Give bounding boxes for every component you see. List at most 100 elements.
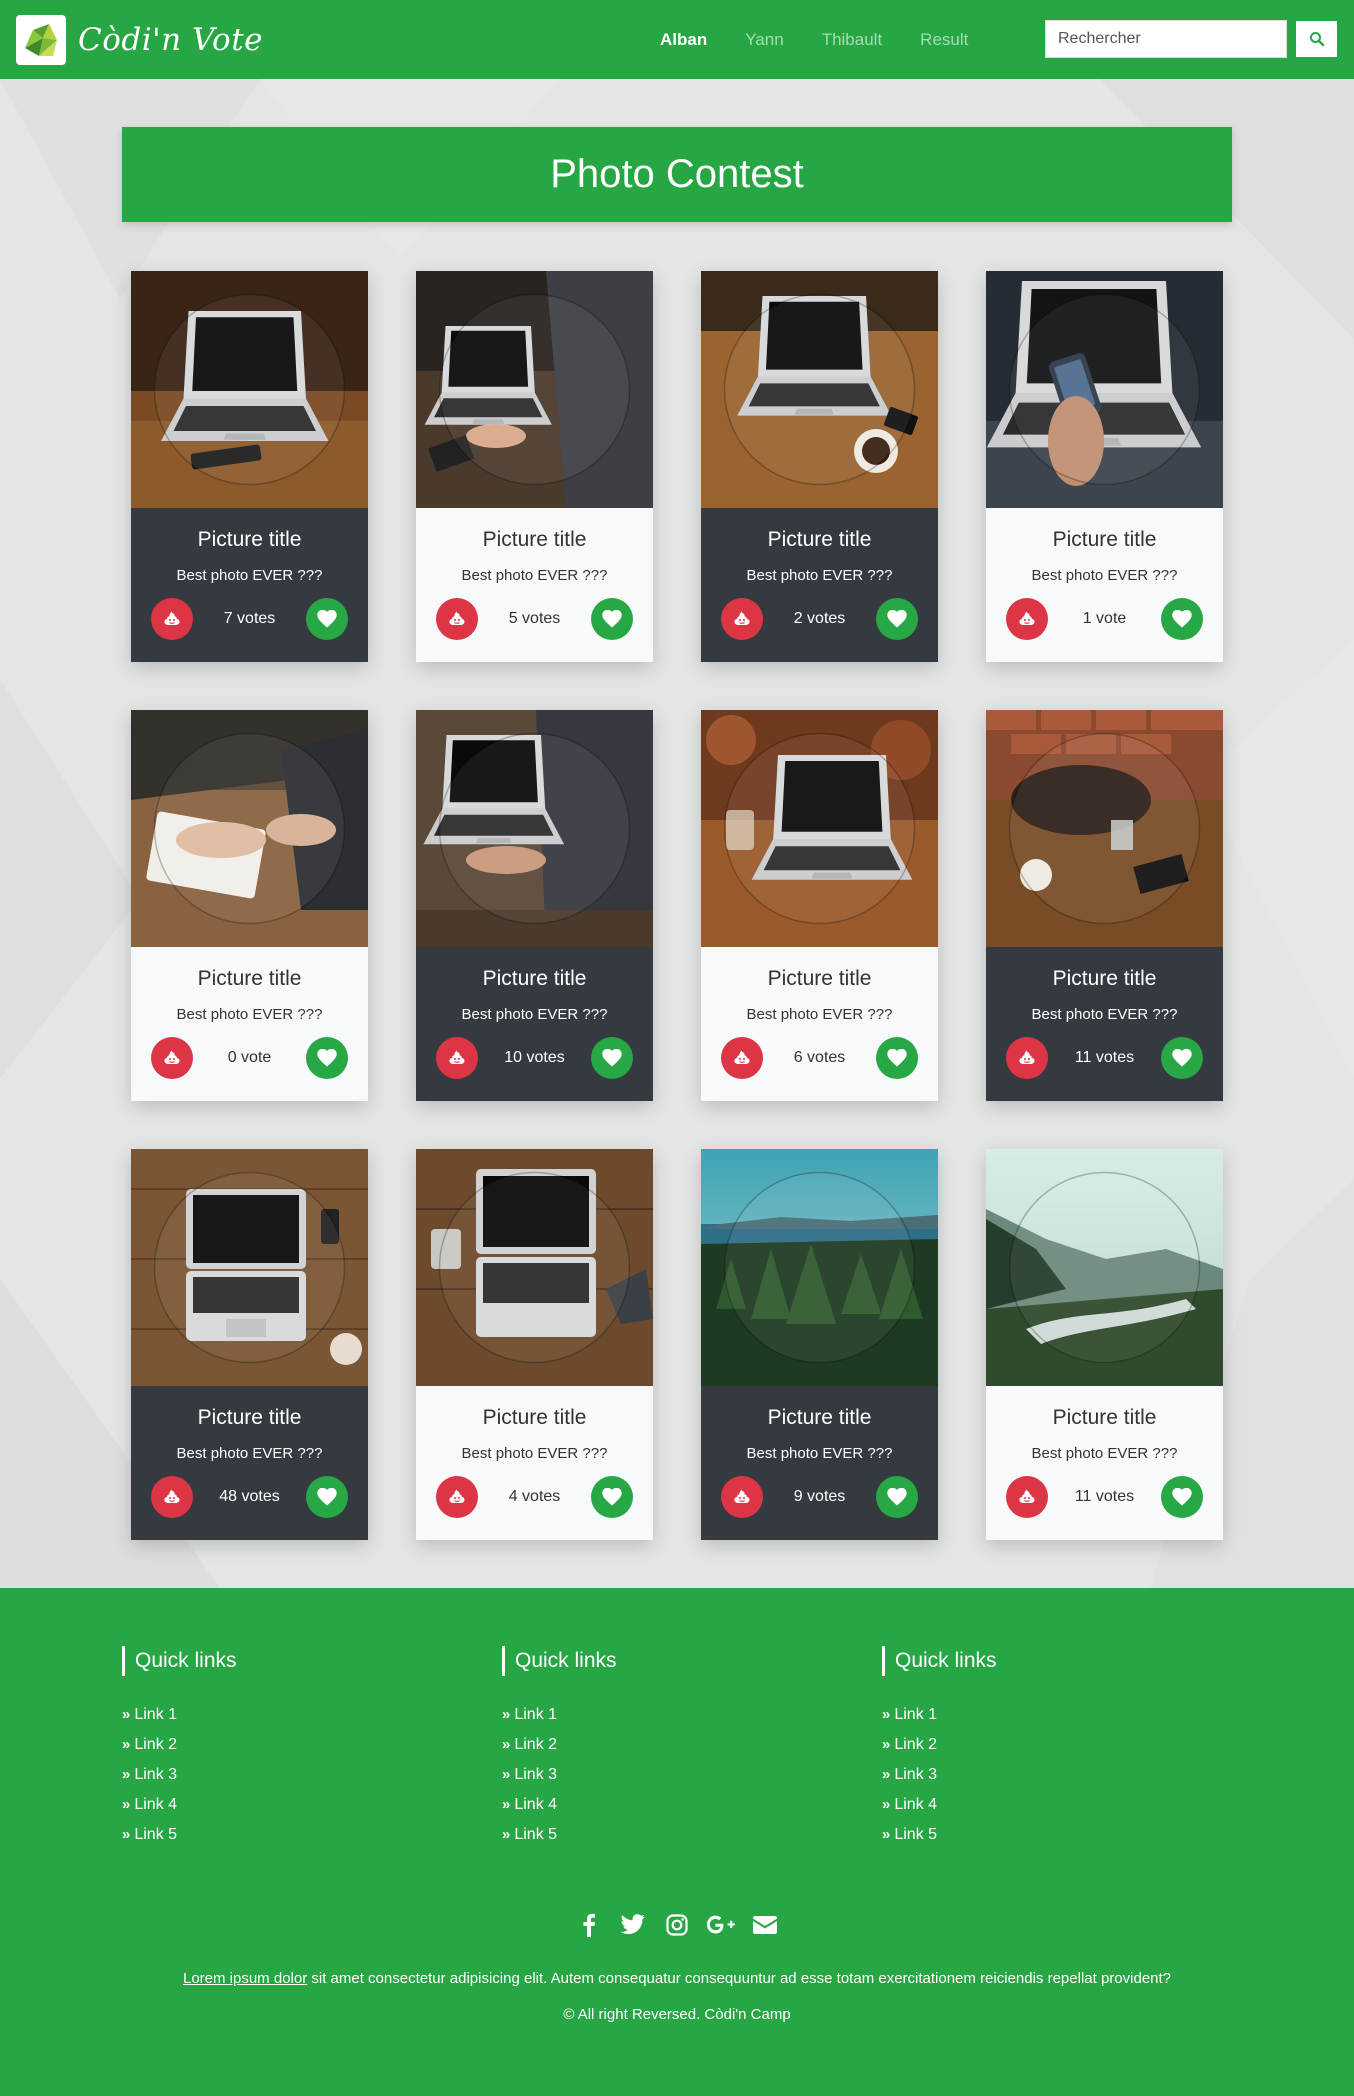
photo-image[interactable] bbox=[131, 271, 368, 508]
footer-heading: Quick links bbox=[882, 1646, 997, 1676]
footer-link[interactable]: » Link 1 bbox=[502, 1700, 617, 1730]
downvote-button[interactable] bbox=[151, 598, 193, 640]
downvote-button[interactable] bbox=[1006, 1476, 1048, 1518]
footer-link-label: Link 4 bbox=[894, 1796, 938, 1813]
nav-links: Alban Yann Thibault Result bbox=[660, 0, 1006, 79]
footer-link[interactable]: » Link 2 bbox=[882, 1730, 997, 1760]
upvote-button[interactable] bbox=[591, 1476, 633, 1518]
downvote-button[interactable] bbox=[151, 1476, 193, 1518]
photo-card: Picture title Best photo EVER ??? 5 vote… bbox=[416, 271, 653, 662]
upvote-button[interactable] bbox=[1161, 1476, 1203, 1518]
footer-link-label: Link 2 bbox=[894, 1736, 938, 1753]
card-title: Picture title bbox=[1052, 967, 1157, 990]
google-plus-icon[interactable] bbox=[706, 1910, 736, 1940]
vote-count: 6 votes bbox=[793, 1049, 846, 1066]
footer-link[interactable]: » Link 5 bbox=[882, 1820, 997, 1850]
footer-link[interactable]: » Link 2 bbox=[502, 1730, 617, 1760]
card-subtitle: Best photo EVER ??? bbox=[176, 567, 323, 584]
instagram-icon[interactable] bbox=[662, 1910, 692, 1940]
photo-image[interactable] bbox=[701, 271, 938, 508]
poop-icon bbox=[1019, 1489, 1035, 1503]
footer-link[interactable]: » Link 3 bbox=[502, 1760, 617, 1790]
footer-link[interactable]: » Link 4 bbox=[882, 1790, 997, 1820]
vote-actions: 6 votes bbox=[701, 1037, 938, 1079]
downvote-button[interactable] bbox=[436, 598, 478, 640]
card-subtitle: Best photo EVER ??? bbox=[746, 567, 893, 584]
photo-image[interactable] bbox=[986, 271, 1223, 508]
upvote-button[interactable] bbox=[306, 1476, 348, 1518]
photo-image[interactable] bbox=[416, 1149, 653, 1386]
photo-image[interactable] bbox=[131, 710, 368, 947]
footer-link[interactable]: » Link 2 bbox=[122, 1730, 237, 1760]
downvote-button[interactable] bbox=[721, 1476, 763, 1518]
footer-link-label: Link 3 bbox=[894, 1766, 938, 1783]
card-title: Picture title bbox=[197, 967, 302, 990]
upvote-button[interactable] bbox=[591, 598, 633, 640]
heart-icon bbox=[887, 610, 907, 628]
footer-link-label: Link 5 bbox=[894, 1826, 938, 1843]
facebook-icon[interactable] bbox=[574, 1910, 604, 1940]
downvote-button[interactable] bbox=[1006, 598, 1048, 640]
poop-icon bbox=[449, 1050, 465, 1064]
poop-icon bbox=[734, 1050, 750, 1064]
search-button[interactable] bbox=[1295, 20, 1338, 58]
footer-link[interactable]: » Link 5 bbox=[122, 1820, 237, 1850]
twitter-icon[interactable] bbox=[618, 1910, 648, 1940]
footer-link[interactable]: » Link 3 bbox=[122, 1760, 237, 1790]
upvote-button[interactable] bbox=[591, 1037, 633, 1079]
nav-link-thibault[interactable]: Thibault bbox=[822, 30, 882, 50]
photo-card: Picture title Best photo EVER ??? 11 vot… bbox=[986, 1149, 1223, 1540]
footer-link[interactable]: » Link 1 bbox=[882, 1700, 997, 1730]
photo-image[interactable] bbox=[986, 710, 1223, 947]
nav-link-yann[interactable]: Yann bbox=[745, 30, 783, 50]
photo-image[interactable] bbox=[701, 1149, 938, 1386]
footer-link[interactable]: » Link 3 bbox=[882, 1760, 997, 1790]
lorem-link[interactable]: Lorem ipsum dolor bbox=[183, 1970, 307, 1987]
footer-link[interactable]: » Link 4 bbox=[122, 1790, 237, 1820]
downvote-button[interactable] bbox=[436, 1037, 478, 1079]
upvote-button[interactable] bbox=[1161, 1037, 1203, 1079]
photo-image[interactable] bbox=[701, 710, 938, 947]
photo-card: Picture title Best photo EVER ??? 11 vot… bbox=[986, 710, 1223, 1101]
poop-icon bbox=[734, 611, 750, 625]
brand-name: Còdi'n Vote bbox=[78, 21, 263, 58]
downvote-button[interactable] bbox=[721, 598, 763, 640]
vote-actions: 1 vote bbox=[986, 598, 1223, 640]
double-chevron-right-icon: » bbox=[882, 1736, 891, 1753]
vote-actions: 4 votes bbox=[416, 1476, 653, 1518]
downvote-button[interactable] bbox=[151, 1037, 193, 1079]
upvote-button[interactable] bbox=[306, 598, 348, 640]
card-subtitle: Best photo EVER ??? bbox=[1031, 567, 1178, 584]
nav-link-alban[interactable]: Alban bbox=[660, 30, 707, 50]
search-input[interactable] bbox=[1045, 20, 1287, 58]
footer-link[interactable]: » Link 1 bbox=[122, 1700, 237, 1730]
card-subtitle: Best photo EVER ??? bbox=[1031, 1006, 1178, 1023]
footer-column: Quick links» Link 1» Link 2» Link 3» Link 4»… bbox=[502, 1646, 617, 1850]
footer-link-label: Link 1 bbox=[894, 1706, 938, 1723]
copyright: © All right Reversed. Còdi'n Camp bbox=[563, 2006, 791, 2023]
photo-card: Picture title Best photo EVER ??? 1 vote bbox=[986, 271, 1223, 662]
photo-image[interactable] bbox=[416, 271, 653, 508]
downvote-button[interactable] bbox=[436, 1476, 478, 1518]
footer-link-label: Link 5 bbox=[514, 1826, 558, 1843]
card-title: Picture title bbox=[482, 528, 587, 551]
downvote-button[interactable] bbox=[721, 1037, 763, 1079]
nav-link-result[interactable]: Result bbox=[920, 30, 968, 50]
photo-image[interactable] bbox=[986, 1149, 1223, 1386]
photo-image[interactable] bbox=[416, 710, 653, 947]
vote-count: 2 votes bbox=[793, 610, 846, 627]
footer-link-label: Link 1 bbox=[134, 1706, 178, 1723]
photo-image[interactable] bbox=[131, 1149, 368, 1386]
downvote-button[interactable] bbox=[1006, 1037, 1048, 1079]
upvote-button[interactable] bbox=[876, 1037, 918, 1079]
footer-link[interactable]: » Link 5 bbox=[502, 1820, 617, 1850]
upvote-button[interactable] bbox=[876, 598, 918, 640]
photo-card: Picture title Best photo EVER ??? 48 vot… bbox=[131, 1149, 368, 1540]
footer-link[interactable]: » Link 4 bbox=[502, 1790, 617, 1820]
double-chevron-right-icon: » bbox=[502, 1766, 511, 1783]
brand[interactable]: Còdi'n Vote bbox=[16, 14, 263, 65]
envelope-icon[interactable] bbox=[750, 1910, 780, 1940]
upvote-button[interactable] bbox=[306, 1037, 348, 1079]
upvote-button[interactable] bbox=[1161, 598, 1203, 640]
upvote-button[interactable] bbox=[876, 1476, 918, 1518]
